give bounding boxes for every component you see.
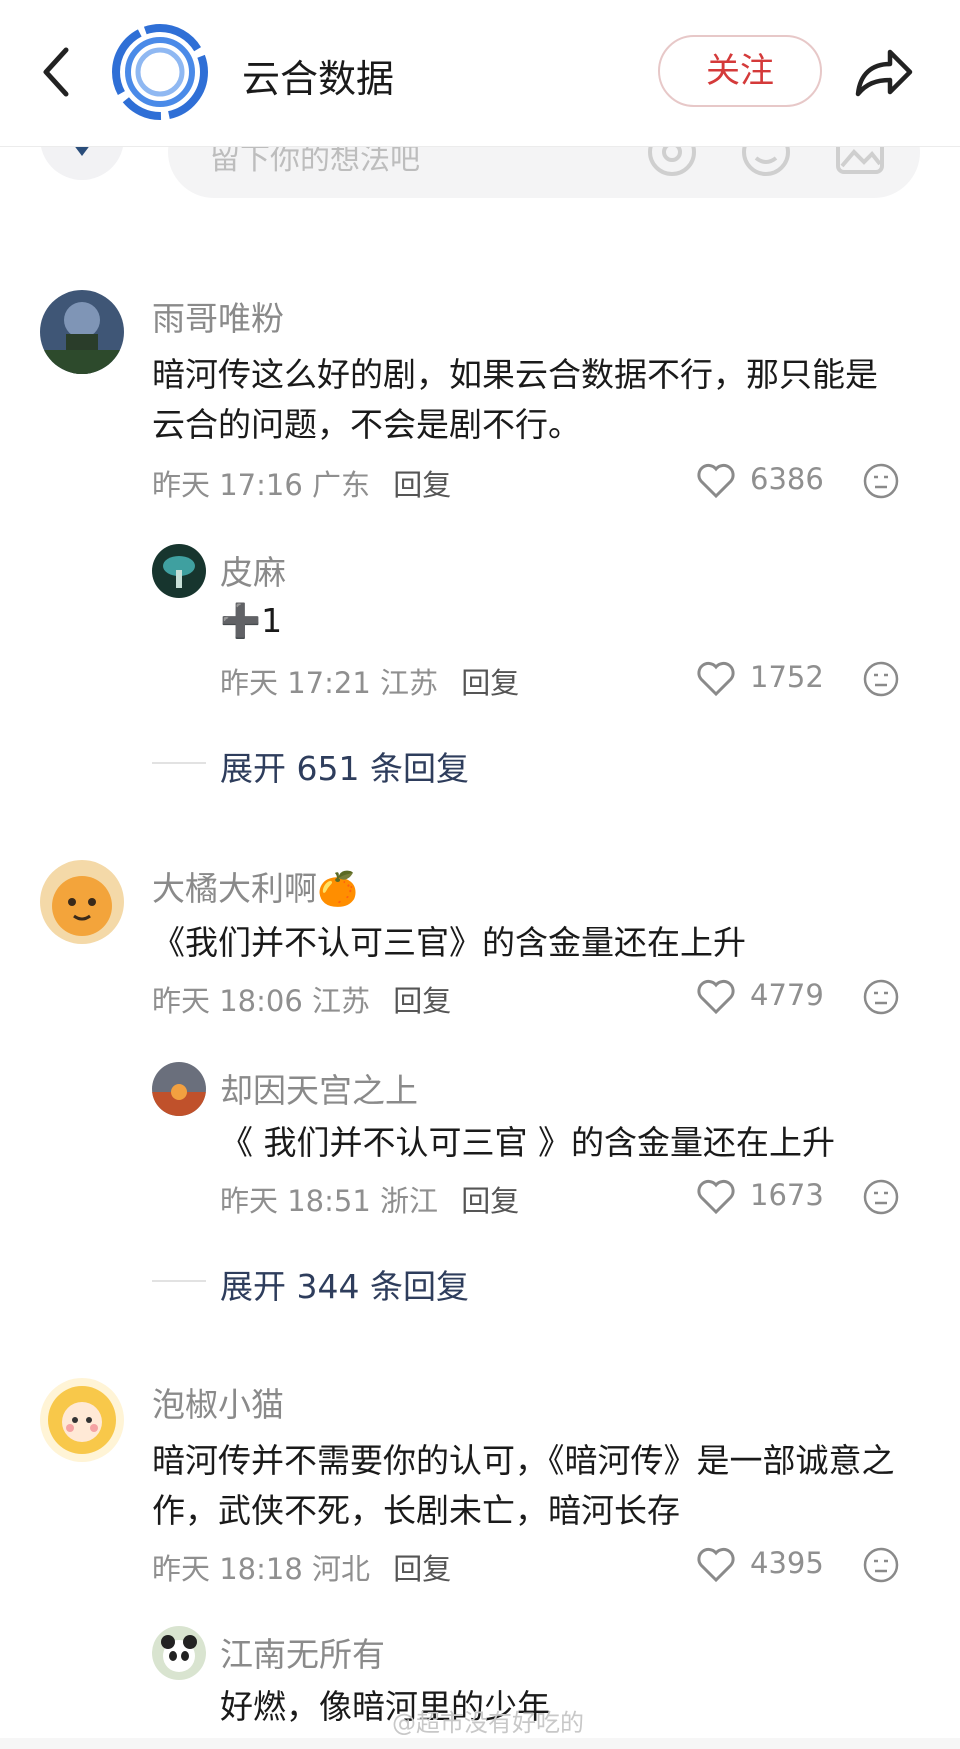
reply-button[interactable]: 回复 — [393, 468, 451, 502]
comment-time: 昨天 18:18 — [152, 1552, 303, 1586]
reply-button[interactable]: 回复 — [461, 666, 519, 700]
comment-text: 《我们并不认可三官》的含金量还在上升 — [152, 923, 746, 962]
at-icon[interactable] — [646, 146, 698, 178]
heart-icon — [697, 661, 735, 697]
comment-text: 暗河传并不需要你的认可，《暗河传》是一部诚意之作，武侠不死，长剧未亡，暗河长存 — [152, 1441, 895, 1530]
like-button[interactable]: 1752 — [696, 660, 824, 697]
heart-icon — [697, 1179, 735, 1215]
avatar[interactable] — [152, 1626, 206, 1680]
like-count: 1752 — [750, 660, 824, 694]
reply-location: 浙江 — [380, 1184, 439, 1218]
reply-button[interactable]: 回复 — [393, 1552, 451, 1586]
reply-meta: 昨天 17:21 江苏 回复 — [220, 660, 519, 702]
like-button[interactable]: 4779 — [696, 978, 824, 1015]
divider-line — [152, 1280, 206, 1282]
comment-time: 昨天 17:16 — [152, 468, 303, 502]
like-count: 6386 — [750, 462, 824, 496]
comment-meta: 昨天 18:18 河北 回复 — [152, 1546, 451, 1588]
reaction-emoji-icon[interactable] — [862, 1178, 900, 1216]
my-avatar — [40, 146, 124, 180]
reaction-emoji-icon[interactable] — [862, 978, 900, 1016]
avatar[interactable] — [152, 1062, 206, 1116]
reply-button[interactable]: 回复 — [393, 984, 451, 1018]
avatar[interactable] — [40, 1378, 124, 1462]
comment-username[interactable]: 泡椒小猫 — [152, 1378, 284, 1426]
back-arrow-icon[interactable] — [36, 44, 80, 100]
comment-location: 河北 — [312, 1552, 371, 1586]
reply-username[interactable]: 江南无所有 — [220, 1628, 385, 1676]
comment-meta: 昨天 18:06 江苏 回复 — [152, 978, 451, 1020]
heart-icon — [697, 979, 735, 1015]
comment-location: 广东 — [312, 468, 371, 502]
reaction-emoji-icon[interactable] — [862, 1546, 900, 1584]
watermark: @超市没有好吃的 — [392, 1709, 584, 1737]
reply-time: 昨天 17:21 — [220, 666, 371, 700]
like-button[interactable]: 1673 — [696, 1178, 824, 1215]
like-button[interactable]: 6386 — [696, 462, 824, 499]
like-button[interactable]: 4395 — [696, 1546, 824, 1583]
reply-text: ➕1 — [220, 601, 283, 640]
expand-replies-label: 展开 344 条回复 — [220, 1267, 469, 1306]
like-count: 4395 — [750, 1546, 824, 1580]
reply-username[interactable]: 却因天宫之上 — [220, 1064, 418, 1112]
emoji-icon[interactable] — [740, 146, 792, 178]
heart-icon — [697, 463, 735, 499]
comment-meta: 昨天 17:16 广东 回复 — [152, 462, 451, 504]
reply-time: 昨天 18:51 — [220, 1184, 371, 1218]
like-count: 4779 — [750, 978, 824, 1012]
reply-button[interactable]: 回复 — [461, 1184, 519, 1218]
reaction-emoji-icon[interactable] — [862, 462, 900, 500]
reply-meta: 昨天 18:51 浙江 回复 — [220, 1178, 519, 1220]
comment-input-bar: 留下你的想法吧 — [0, 146, 960, 206]
bottom-edge — [0, 1738, 960, 1749]
reply-username[interactable]: 皮麻 — [220, 546, 286, 594]
heart-icon — [697, 1547, 735, 1583]
comment-location: 江苏 — [312, 984, 371, 1018]
image-icon[interactable] — [834, 146, 886, 178]
comment-input-placeholder: 留下你的想法吧 — [210, 146, 420, 177]
divider-line — [152, 762, 206, 764]
top-bar: 云合数据 关注 — [0, 0, 960, 147]
comment-username[interactable]: 大橘大利啊🍊 — [152, 862, 358, 910]
account-title: 云合数据 — [242, 57, 395, 101]
avatar[interactable] — [152, 544, 206, 598]
account-avatar-logo[interactable] — [110, 22, 210, 122]
reaction-emoji-icon[interactable] — [862, 660, 900, 698]
follow-button[interactable]: 关注 — [658, 35, 822, 107]
comment-username[interactable]: 雨哥唯粉 — [152, 292, 284, 340]
avatar[interactable] — [40, 860, 124, 944]
avatar[interactable] — [40, 290, 124, 374]
like-count: 1673 — [750, 1178, 824, 1212]
diamond-icon — [74, 146, 90, 156]
reply-location: 江苏 — [380, 666, 439, 700]
share-icon[interactable] — [852, 44, 914, 102]
comment-time: 昨天 18:06 — [152, 984, 303, 1018]
comment-text: 暗河传这么好的剧，如果云合数据不行，那只能是云合的问题，不会是剧不行。 — [152, 355, 878, 444]
reply-text: 《 我们并不认可三官 》的含金量还在上升 — [220, 1123, 835, 1162]
expand-replies-label: 展开 651 条回复 — [220, 749, 469, 788]
